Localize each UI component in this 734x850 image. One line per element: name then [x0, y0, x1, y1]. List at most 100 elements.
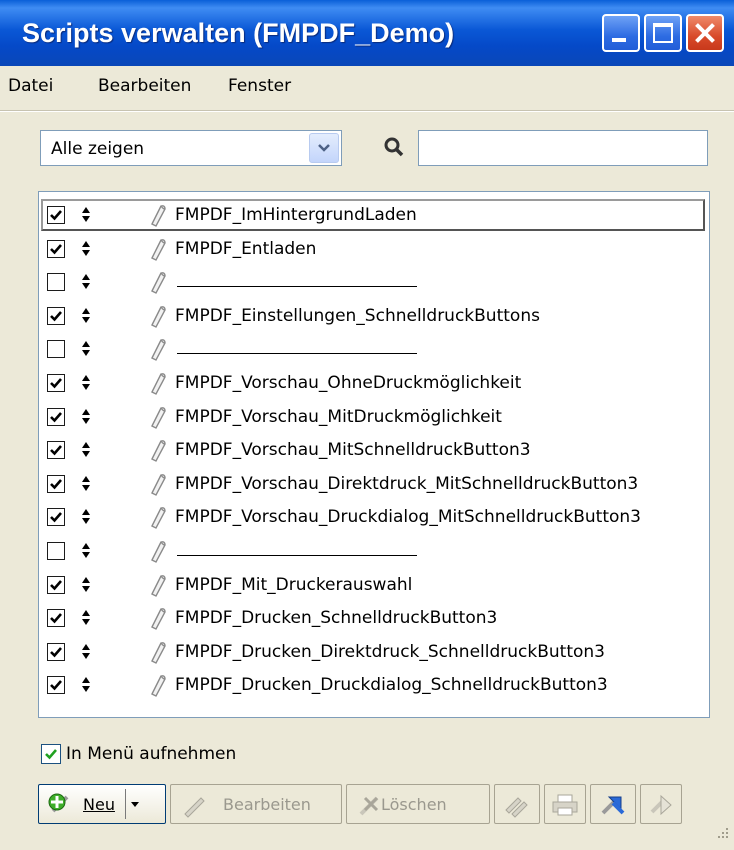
script-icon — [151, 507, 166, 530]
reorder-handle-icon[interactable] — [81, 374, 91, 392]
reorder-handle-icon[interactable] — [81, 206, 91, 224]
script-menu-checkbox[interactable] — [47, 642, 65, 661]
filter-dropdown[interactable]: Alle zeigen — [40, 130, 342, 166]
edit-script-icon — [184, 797, 205, 818]
script-icon-wrapper — [147, 336, 169, 367]
script-icon-wrapper — [147, 269, 169, 300]
script-row[interactable]: FMPDF_Vorschau_OhneDruckmöglichkeit — [39, 366, 709, 400]
script-icon — [151, 339, 166, 362]
script-name: FMPDF_Vorschau_MitDruckmöglichkeit — [175, 406, 502, 427]
reorder-handle-icon[interactable] — [81, 542, 91, 560]
reorder-handle-icon[interactable] — [81, 576, 91, 594]
close-button[interactable] — [686, 14, 724, 52]
script-icon — [151, 641, 166, 664]
new-button[interactable]: Neu — [38, 784, 166, 824]
script-name: FMPDF_Einstellungen_SchnelldruckButtons — [175, 305, 540, 326]
script-menu-checkbox[interactable] — [47, 206, 65, 224]
reorder-handle-icon[interactable] — [81, 676, 91, 694]
reorder-handle-icon[interactable] — [81, 240, 91, 258]
script-icon-wrapper — [147, 572, 169, 603]
menu-datei[interactable]: Datei — [8, 76, 53, 96]
checkmark-icon — [50, 512, 62, 523]
resize-grip[interactable] — [712, 826, 730, 844]
dropdown-arrow-button[interactable] — [309, 133, 339, 163]
script-icon — [151, 373, 166, 395]
reorder-handle-icon[interactable] — [81, 643, 91, 661]
script-icon-wrapper — [147, 202, 169, 233]
delete-script-icon — [359, 796, 379, 816]
script-row[interactable]: FMPDF_Mit_Druckerauswahl — [39, 568, 709, 602]
script-row[interactable]: FMPDF_Einstellungen_SchnelldruckButtons — [39, 299, 709, 333]
script-row[interactable]: FMPDF_Vorschau_Druckdialog_MitSchnelldru… — [39, 500, 709, 534]
script-icon-wrapper — [147, 639, 169, 670]
reorder-handle-icon[interactable] — [81, 340, 91, 358]
reorder-handle-icon[interactable] — [81, 475, 91, 493]
add-script-icon — [48, 793, 69, 813]
edit-button[interactable]: Bearbeiten — [170, 784, 342, 824]
search-input[interactable] — [418, 130, 708, 166]
debug-button[interactable] — [640, 784, 682, 824]
script-icon — [151, 608, 166, 631]
checkmark-icon — [50, 411, 62, 423]
checkmark-icon — [50, 579, 62, 591]
script-menu-checkbox[interactable] — [47, 542, 65, 560]
script-menu-checkbox[interactable] — [47, 306, 65, 325]
reorder-handle-icon[interactable] — [81, 307, 91, 325]
checkmark-icon — [50, 613, 62, 624]
reorder-handle-icon[interactable] — [81, 408, 91, 426]
reorder-handle-icon[interactable] — [81, 609, 91, 627]
script-menu-checkbox[interactable] — [47, 474, 65, 493]
script-name: FMPDF_ImHintergrundLaden — [175, 205, 417, 225]
script-icon — [151, 272, 166, 295]
separator-line — [177, 286, 417, 288]
maximize-button[interactable] — [644, 14, 682, 52]
script-row[interactable]: FMPDF_Vorschau_MitDruckmöglichkeit — [39, 400, 709, 434]
menu-fenster[interactable]: Fenster — [228, 76, 291, 96]
window-title: Scripts verwalten (FMPDF_Demo) — [22, 18, 455, 48]
script-separator-row[interactable] — [39, 534, 709, 568]
new-dropdown-arrow[interactable] — [125, 789, 144, 819]
duplicate-button[interactable] — [494, 784, 540, 824]
script-row[interactable]: FMPDF_Drucken_Direktdruck_SchnelldruckBu… — [39, 635, 709, 669]
script-menu-checkbox[interactable] — [47, 508, 65, 527]
script-separator-row[interactable] — [39, 332, 709, 366]
title-bar: Scripts verwalten (FMPDF_Demo) — [0, 0, 734, 67]
edit-button-label: Bearbeiten — [223, 795, 311, 814]
delete-button[interactable]: Löschen — [346, 784, 490, 824]
script-row[interactable]: FMPDF_Drucken_Druckdialog_SchnelldruckBu… — [39, 668, 709, 702]
minimize-icon — [612, 38, 626, 42]
checkmark-icon — [50, 646, 62, 658]
script-menu-checkbox[interactable] — [47, 676, 65, 695]
script-menu-checkbox[interactable] — [47, 575, 65, 594]
script-menu-checkbox[interactable] — [47, 374, 65, 392]
reorder-handle-icon[interactable] — [81, 273, 91, 291]
script-icon-wrapper — [147, 504, 169, 535]
script-name: FMPDF_Drucken_Druckdialog_SchnelldruckBu… — [175, 675, 608, 696]
script-row[interactable]: FMPDF_Entladen — [39, 232, 709, 266]
checkmark-icon — [50, 310, 62, 322]
script-separator-row[interactable] — [39, 265, 709, 299]
script-name: FMPDF_Vorschau_Direktdruck_MitSchnelldru… — [175, 473, 639, 494]
perform-button[interactable] — [590, 784, 636, 824]
script-icon — [151, 473, 166, 496]
reorder-handle-icon[interactable] — [81, 508, 91, 526]
minimize-button[interactable] — [602, 14, 640, 52]
script-row[interactable]: FMPDF_ImHintergrundLaden — [39, 198, 709, 232]
script-row[interactable]: FMPDF_Vorschau_MitSchnelldruckButton3 — [39, 433, 709, 467]
script-menu-checkbox[interactable] — [47, 407, 65, 426]
script-list[interactable]: FMPDF_ImHintergrundLaden FMPDF_Entladen FM… — [38, 191, 710, 718]
separator-line — [177, 555, 417, 556]
script-menu-checkbox[interactable] — [47, 239, 65, 258]
script-row[interactable]: FMPDF_Vorschau_Direktdruck_MitSchnelldru… — [39, 467, 709, 501]
script-icon-wrapper — [147, 471, 169, 502]
menu-bearbeiten[interactable]: Bearbeiten — [98, 76, 191, 96]
script-menu-checkbox[interactable] — [47, 441, 65, 460]
script-menu-checkbox[interactable] — [47, 273, 65, 292]
include-in-menu-checkbox[interactable] — [41, 744, 61, 764]
script-menu-checkbox[interactable] — [47, 340, 65, 359]
checkmark-icon — [45, 749, 57, 760]
script-row[interactable]: FMPDF_Drucken_SchnelldruckButton3 — [39, 601, 709, 635]
reorder-handle-icon[interactable] — [81, 441, 91, 459]
print-button[interactable] — [544, 784, 586, 824]
script-menu-checkbox[interactable] — [47, 609, 65, 628]
